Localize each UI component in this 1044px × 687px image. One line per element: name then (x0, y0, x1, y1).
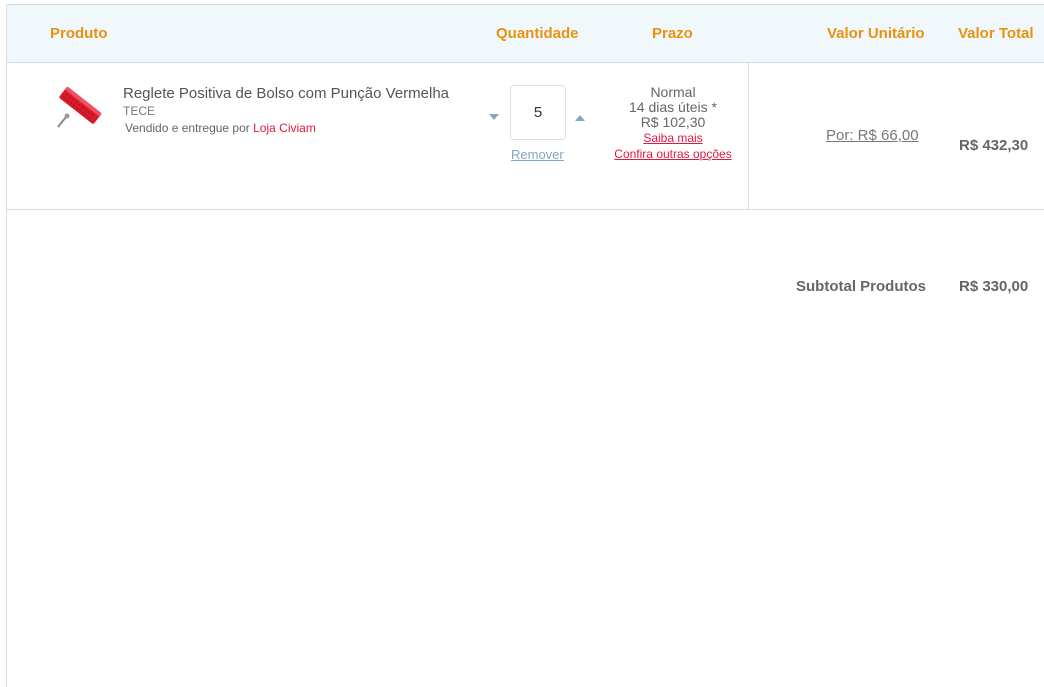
shipping-more-info-link[interactable]: Saiba mais (643, 131, 702, 146)
product-brand: TECE (123, 104, 156, 118)
cart-item-row: Reglete Positiva de Bolso com Punção Ver… (7, 63, 1044, 210)
remove-item-link[interactable]: Remover (511, 147, 564, 162)
shipping-time: 14 dias úteis * (629, 99, 717, 115)
header-quantity: Quantidade (496, 25, 579, 42)
header-product: Produto (50, 25, 108, 42)
subtotal-label: Subtotal Produtos (796, 278, 926, 295)
total-price: R$ 432,30 (959, 137, 1029, 154)
shipping-info: Normal 14 dias úteis * R$ 102,30 Saiba m… (593, 85, 753, 162)
product-image[interactable] (49, 83, 107, 135)
shipping-other-options-link[interactable]: Confira outras opções (614, 147, 731, 162)
seller-store-link[interactable]: Loja Civiam (253, 121, 316, 135)
seller-prefix: Vendido e entregue por (125, 121, 250, 135)
unit-price: Por: R$ 66,00 (826, 127, 919, 144)
header-total-value: Valor Total (958, 25, 1034, 42)
header-unit-value: Valor Unitário (827, 25, 925, 42)
product-name[interactable]: Reglete Positiva de Bolso com Punção Ver… (123, 85, 449, 102)
shipping-type: Normal (650, 84, 696, 100)
subtotal-value: R$ 330,00 (959, 278, 1029, 295)
cart-table: Produto Quantidade Prazo Valor Unitário … (6, 4, 1044, 687)
increase-quantity-icon[interactable] (575, 115, 585, 121)
header-deadline: Prazo (652, 25, 693, 42)
shipping-price: R$ 102,30 (640, 114, 706, 130)
cart-table-header: Produto Quantidade Prazo Valor Unitário … (7, 4, 1044, 63)
decrease-quantity-icon[interactable] (489, 114, 499, 120)
product-seller: Vendido e entregue por Loja Civiam (125, 121, 316, 135)
quantity-input[interactable] (510, 85, 566, 140)
